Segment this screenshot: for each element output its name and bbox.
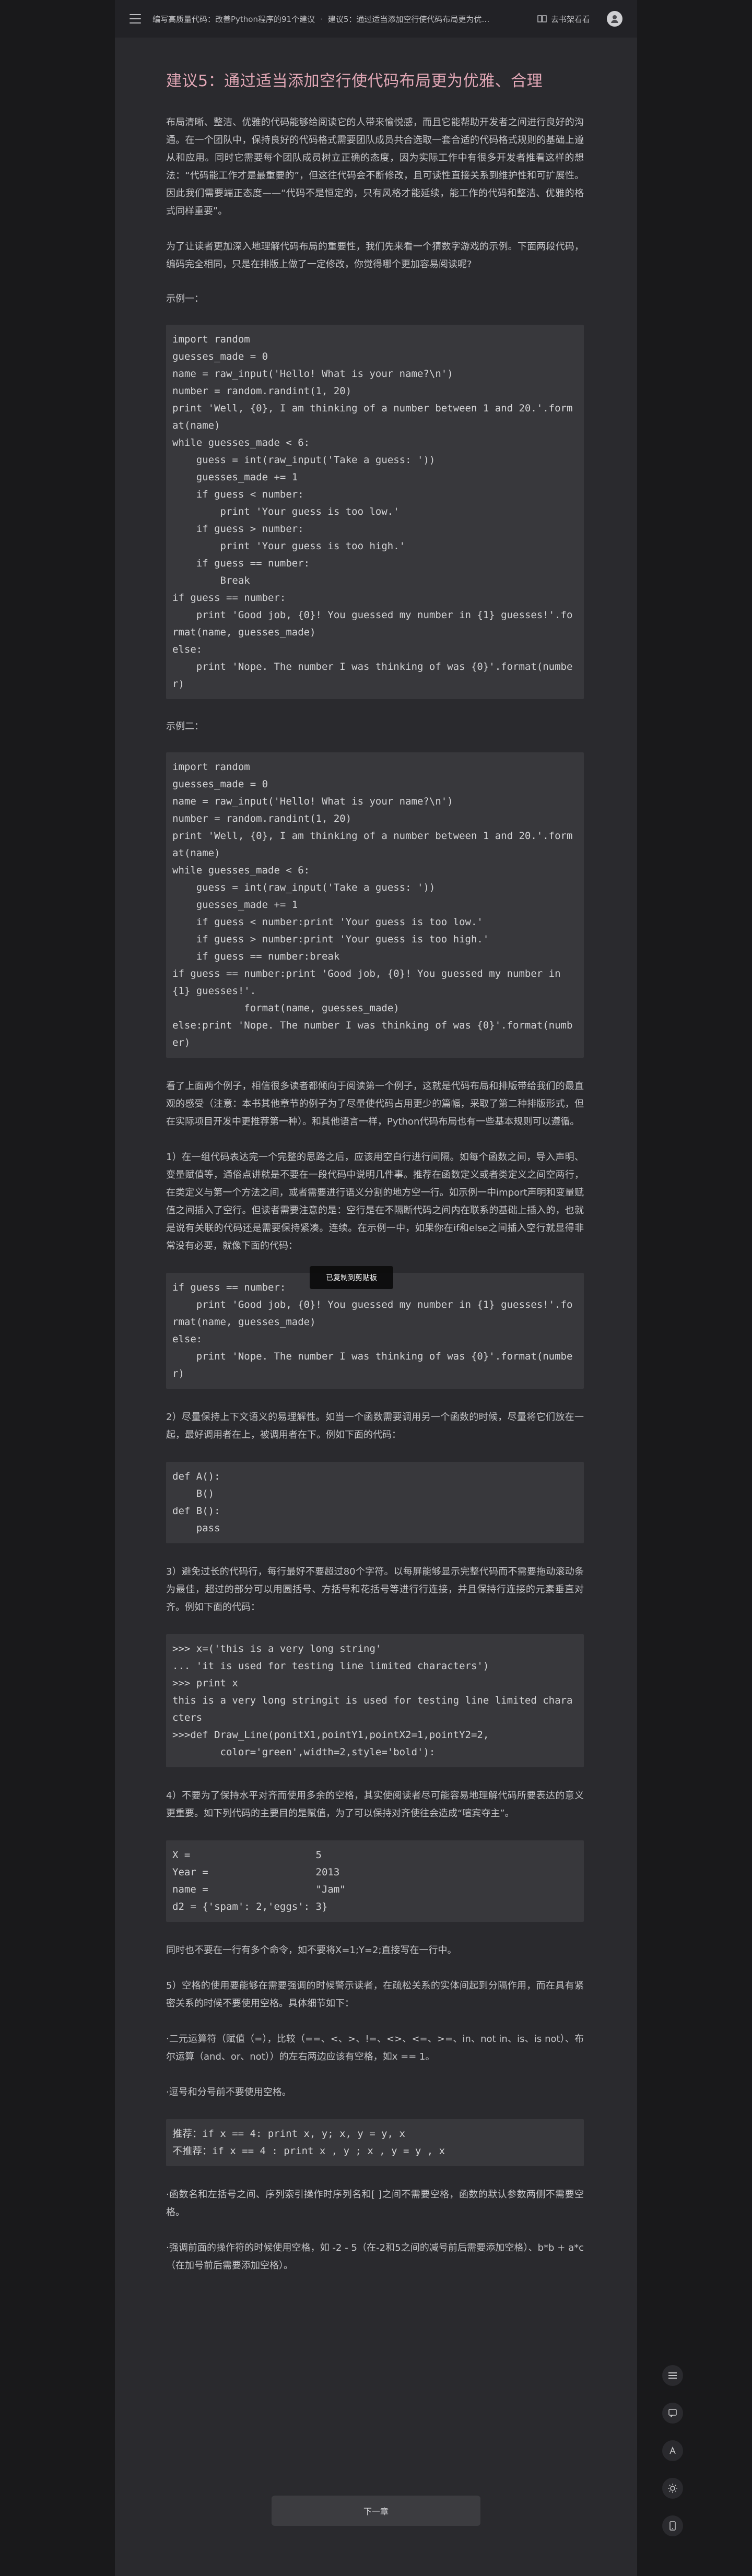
avatar[interactable]	[607, 11, 622, 27]
theme-icon[interactable]	[662, 2478, 683, 2499]
top-bar: 编写高质量代码：改善Python程序的91个建议 · 建议5：通过适当添加空行使代码…	[0, 0, 752, 38]
article-content: 建议5：通过适当添加空行使代码布局更为优雅、合理 布局清晰、整洁、优雅的代码能够…	[166, 68, 584, 2293]
paragraph: 为了让读者更加深入地理解代码布局的重要性，我们先来看一个猜数字游戏的示例。下面两…	[166, 241, 584, 270]
paragraph: 3）避免过长的代码行，每行最好不要超过80个字符。以每屏能够显示完整代码而不需要…	[166, 1566, 584, 1613]
paragraph: ·二元运算符（赋值（=），比较（==、<、>、!=、<>、<=、>=、in、no…	[166, 2034, 584, 2062]
phone-icon[interactable]	[662, 2515, 683, 2536]
example-label: 示例一：	[166, 293, 204, 304]
book-icon	[537, 15, 547, 22]
example-label: 示例二：	[166, 721, 204, 732]
paragraph: 5）空格的使用要能够在需要强调的时候警示读者，在疏松关系的实体间起到分隔作用，而…	[166, 1980, 584, 2009]
paragraph: ·函数名和左括号之间、序列索引操作时序列名和[ ]之间不需要空格，函数的默认参数…	[166, 2189, 584, 2218]
font-size-icon[interactable]	[662, 2440, 683, 2461]
breadcrumb-separator: ·	[320, 14, 323, 24]
paragraph: ·逗号和分号前不要使用空格。	[166, 2087, 291, 2098]
code-block: import random guesses_made = 0 name = ra…	[166, 325, 584, 699]
code-block: >>> x=('this is a very long string' ... …	[166, 1634, 584, 1767]
paragraph: 布局清晰、整洁、优雅的代码能够给阅读它的人带来愉悦感，而且它能帮助开发者之间进行…	[166, 117, 584, 217]
breadcrumb: 编写高质量代码：改善Python程序的91个建议 · 建议5：通过适当添加空行使代码…	[152, 14, 492, 25]
side-toolbar	[662, 2365, 683, 2553]
code-block: def A(): B() def B(): pass	[166, 1462, 584, 1543]
chapter-title: 建议5：通过适当添加空行使代码布局更为优雅、合理	[327, 14, 492, 24]
bookshelf-label: 去书架看看	[550, 14, 590, 24]
bookshelf-button[interactable]: 去书架看看	[537, 14, 590, 25]
paragraph: 同时也不要在一行有多个命令，如不要将X=1;Y=2;直接写在一行中。	[166, 1945, 457, 1956]
next-chapter-button[interactable]: 下一章	[272, 2496, 480, 2526]
code-block: 推荐：if x == 4: print x, y; x, y = y, x 不推…	[166, 2119, 584, 2166]
paragraph: 4）不要为了保持水平对齐而使用多余的空格，其实使阅读者尽可能容易地理解代码所要表…	[166, 1790, 584, 1819]
code-block: if guess == number: print 'Good job, {0}…	[166, 1273, 584, 1389]
comment-icon[interactable]	[662, 2403, 683, 2424]
top-bar-inner: 编写高质量代码：改善Python程序的91个建议 · 建议5：通过适当添加空行使代码…	[115, 0, 637, 38]
menu-icon[interactable]	[130, 14, 141, 23]
book-title[interactable]: 编写高质量代码：改善Python程序的91个建议	[152, 15, 315, 24]
code-block: import random guesses_made = 0 name = ra…	[166, 752, 584, 1058]
paragraph: 1）在一组代码表达完一个完整的思路之后，应该用空白行进行间隔。如每个函数之间，导…	[166, 1152, 584, 1251]
article-title: 建议5：通过适当添加空行使代码布局更为优雅、合理	[166, 72, 543, 90]
paragraph: ·强调前面的操作符的时候使用空格，如 -2 - 5（在-2和5之间的减号前后需要…	[166, 2242, 584, 2271]
article-panel: 建议5：通过适当添加空行使代码布局更为优雅、合理 布局清晰、整洁、优雅的代码能够…	[115, 38, 637, 2576]
code-block: X = 5 Year = 2013 name = "Jam" d2 = {'sp…	[166, 1840, 584, 1922]
paragraph: 看了上面两个例子，相信很多读者都倾向于阅读第一个例子，这就是代码布局和排版带给我…	[166, 1081, 584, 1127]
copy-toast: 已复制到剪贴板	[310, 1266, 393, 1289]
toc-icon[interactable]	[662, 2365, 683, 2386]
paragraph: 2）尽量保持上下文语义的易理解性。如当一个函数需要调用另一个函数的时候，尽量将它…	[166, 1412, 584, 1440]
user-icon	[611, 15, 618, 23]
